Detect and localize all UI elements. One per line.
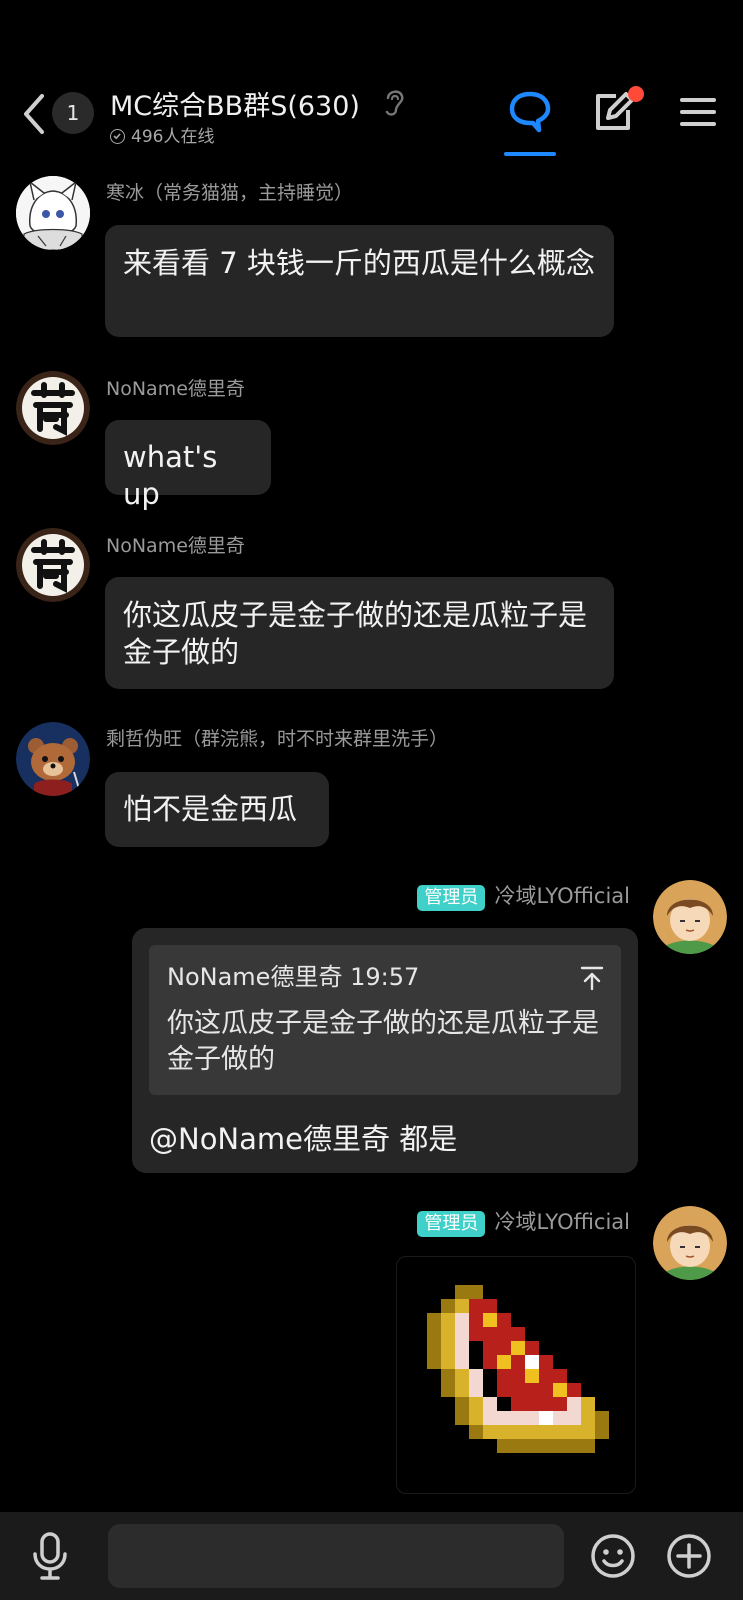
- message-bubble[interactable]: what's up: [105, 420, 271, 511]
- avatar[interactable]: [653, 1206, 727, 1280]
- unread-count-badge[interactable]: 1: [52, 92, 94, 134]
- menu-icon[interactable]: [676, 88, 724, 136]
- quoted-author: NoName德里奇 19:57: [167, 963, 420, 991]
- message-bubble[interactable]: 怕不是金西瓜: [105, 772, 329, 847]
- reply-message-bubble[interactable]: NoName德里奇 19:57 你这瓜皮子是金子做的还是瓜粒子是金子做的 @No…: [132, 928, 638, 1173]
- back-arrow-icon[interactable]: [18, 92, 54, 136]
- admin-tag: 管理员: [417, 885, 486, 911]
- sender-name[interactable]: 冷域LYOfficial: [494, 1210, 630, 1234]
- sender-name[interactable]: 剩哲伪旺（群浣熊，时不时来群里洗手）: [106, 724, 448, 751]
- avatar[interactable]: [16, 722, 90, 796]
- image-message[interactable]: [396, 1256, 636, 1494]
- sender-name[interactable]: NoName德里奇: [106, 374, 245, 401]
- check-circle-icon: [110, 129, 125, 144]
- sender-name[interactable]: NoName德里奇: [106, 531, 245, 558]
- chat-bubble-icon[interactable]: [506, 88, 554, 136]
- reply-text: @NoName德里奇 都是: [149, 1122, 458, 1156]
- golden-melon-slice-image: [427, 1285, 609, 1453]
- message-bubble[interactable]: 你这瓜皮子是金子做的还是瓜粒子是金子做的: [105, 577, 614, 689]
- sender-header: 管理员 冷域LYOfficial: [417, 880, 630, 911]
- plus-icon[interactable]: [666, 1533, 712, 1583]
- ear-icon[interactable]: [380, 86, 408, 118]
- emoji-icon[interactable]: [590, 1533, 636, 1583]
- quoted-message[interactable]: NoName德里奇 19:57 你这瓜皮子是金子做的还是瓜粒子是金子做的: [149, 945, 621, 1095]
- quoted-text: 你这瓜皮子是金子做的还是瓜粒子是金子做的: [167, 1008, 599, 1075]
- sender-name[interactable]: 寒冰（常务猫猫，主持睡觉）: [106, 178, 353, 205]
- avatar[interactable]: [653, 880, 727, 954]
- group-title[interactable]: MC综合BB群S(630): [110, 84, 360, 123]
- online-count: 496人在线: [131, 127, 215, 147]
- avatar[interactable]: [16, 371, 90, 445]
- jump-to-message-icon[interactable]: [579, 963, 605, 1000]
- avatar[interactable]: [16, 176, 90, 250]
- online-status: 496人在线: [110, 122, 214, 147]
- avatar[interactable]: [16, 528, 90, 602]
- message-bubble[interactable]: 来看看 7 块钱一斤的西瓜是什么概念: [105, 225, 614, 337]
- active-tab-indicator: [504, 152, 556, 156]
- notification-dot: [628, 86, 644, 102]
- admin-tag: 管理员: [417, 1211, 486, 1237]
- sender-header: 管理员 冷域LYOfficial: [417, 1206, 630, 1237]
- message-input[interactable]: [108, 1524, 564, 1588]
- sender-name[interactable]: 冷域LYOfficial: [494, 884, 630, 908]
- microphone-icon[interactable]: [30, 1530, 70, 1586]
